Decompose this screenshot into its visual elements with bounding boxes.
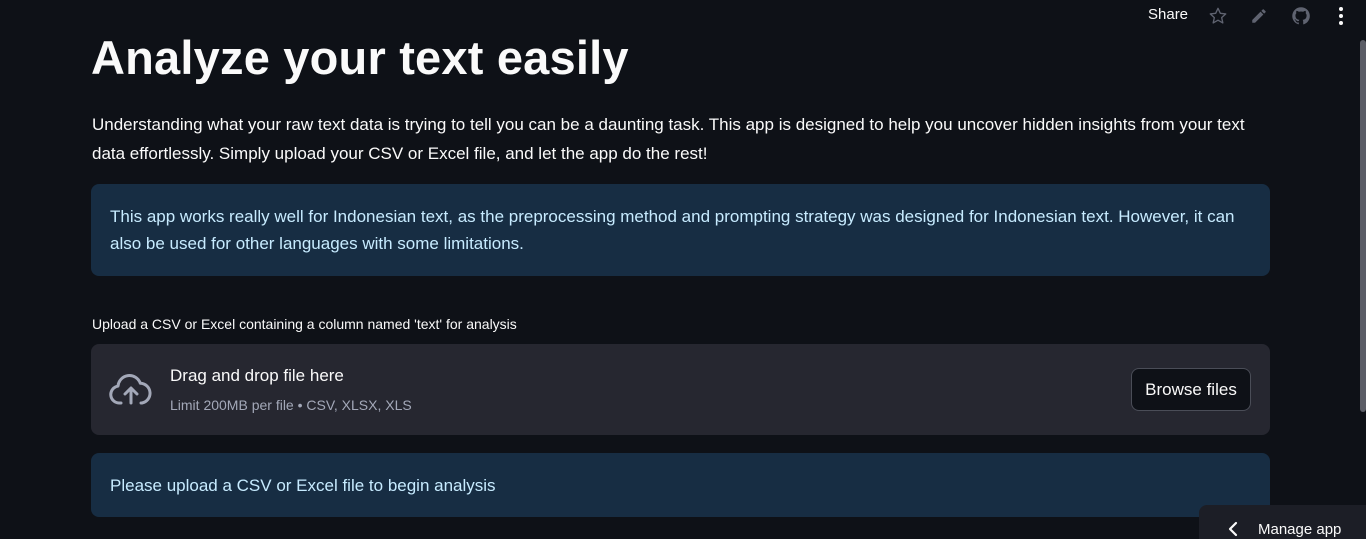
kebab-menu-icon[interactable] [1330, 5, 1352, 27]
github-icon[interactable] [1290, 5, 1312, 27]
info-alert-language-text: This app works really well for Indonesia… [110, 207, 1235, 253]
info-alert-upload: Please upload a CSV or Excel file to beg… [91, 453, 1270, 517]
manage-app-label: Manage app [1258, 521, 1342, 538]
file-dropzone[interactable]: Drag and drop file here Limit 200MB per … [91, 344, 1270, 435]
app-root: Share Analyze your text easily Understan… [0, 0, 1366, 539]
info-alert-language: This app works really well for Indonesia… [91, 184, 1270, 276]
share-button[interactable]: Share [1148, 6, 1188, 23]
file-uploader-label: Upload a CSV or Excel containing a colum… [92, 316, 517, 332]
pencil-icon[interactable] [1248, 5, 1270, 27]
chevron-left-icon [1227, 521, 1241, 537]
page-title: Analyze your text easily [91, 31, 629, 84]
info-alert-upload-text: Please upload a CSV or Excel file to beg… [110, 476, 496, 495]
browse-files-button[interactable]: Browse files [1131, 368, 1251, 411]
dropzone-limit-text: Limit 200MB per file • CSV, XLSX, XLS [170, 397, 412, 413]
star-icon[interactable] [1207, 5, 1229, 27]
scrollbar[interactable] [1360, 40, 1366, 412]
dropzone-title: Drag and drop file here [170, 366, 344, 385]
manage-app-button[interactable]: Manage app [1199, 505, 1366, 539]
cloud-upload-icon [109, 374, 153, 406]
intro-paragraph: Understanding what your raw text data is… [92, 115, 1245, 163]
